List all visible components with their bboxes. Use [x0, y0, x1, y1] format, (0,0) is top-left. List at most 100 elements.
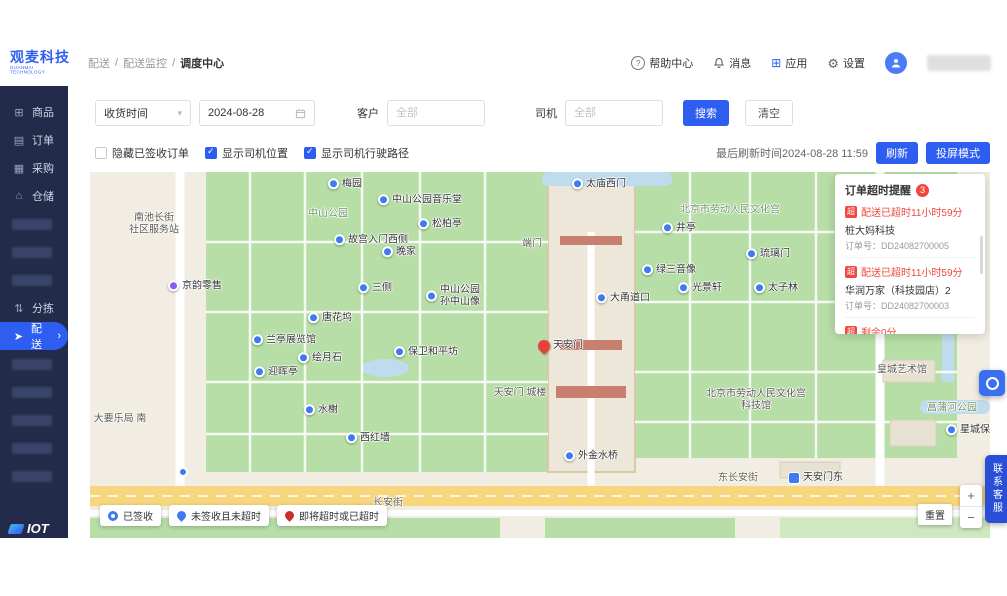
map-label-text: 大甬道口	[610, 292, 650, 304]
map-label-text: 太庙西门	[586, 178, 626, 190]
map-label[interactable]: 大甬道口	[596, 292, 650, 304]
sidebar-item-blurred[interactable]	[0, 434, 68, 462]
sidebar-item-blurred[interactable]	[0, 210, 68, 238]
map-label[interactable]: 太庙西门	[572, 178, 626, 190]
search-button[interactable]: 搜索	[683, 100, 729, 126]
map-label-text: 水榭	[318, 404, 338, 416]
sidebar-item-仓储[interactable]: ⌂ 仓储	[0, 182, 68, 210]
map-label: 东长安街	[718, 472, 758, 484]
contact-service-tab[interactable]: 联系客服	[985, 455, 1007, 523]
clear-button[interactable]: 清空	[745, 100, 793, 126]
floating-service-button[interactable]	[979, 370, 1005, 396]
sidebar-item-blurred[interactable]	[0, 462, 68, 490]
orders-icon: ▤	[13, 134, 25, 147]
map-label[interactable]: 迎晖亭	[254, 366, 298, 378]
map-label[interactable]: 故宫入门西侧	[334, 234, 408, 246]
poi-pin-icon	[418, 218, 429, 230]
map-label-text: 东长安街	[718, 472, 758, 484]
map-label[interactable]: 晚家	[382, 246, 416, 258]
map-station-dot[interactable]	[178, 467, 188, 477]
breadcrumb-item-delivery[interactable]: 配送	[88, 55, 110, 71]
map-label[interactable]: 兰亭展览馆	[252, 334, 316, 346]
sidebar-item-blurred[interactable]	[0, 238, 68, 266]
panel-scrollbar[interactable]	[980, 236, 983, 274]
map-label[interactable]: 保卫和平坊	[394, 346, 458, 358]
header: 观麦科技 GUANMAI TECHNOLOGY 配送 / 配送监控 / 调度中心…	[0, 40, 1007, 86]
zoom-out-button[interactable]: −	[960, 506, 982, 528]
map-label-text: 北京市劳动人民文化宫	[680, 204, 780, 216]
map-label[interactable]: 水榭	[304, 404, 338, 416]
map-label[interactable]: 星城保	[946, 424, 990, 436]
sidebar-item-商品[interactable]: ⊞ 商品	[0, 98, 68, 126]
map-label[interactable]: 三侧	[358, 282, 392, 294]
username-blurred[interactable]	[927, 55, 991, 71]
map-label[interactable]: 天安门	[535, 337, 583, 355]
map-label[interactable]: 井亭	[662, 222, 696, 234]
show-driver-path-checkbox[interactable]	[304, 146, 316, 159]
sidebar-item-采购[interactable]: ▦ 采购	[0, 154, 68, 182]
show-driver-location-checkbox[interactable]	[205, 146, 217, 159]
map-label-text: 绘月石	[312, 352, 342, 364]
apps-label: 应用	[785, 58, 808, 70]
map-label[interactable]: 太子林	[754, 282, 798, 294]
chevron-right-icon: ›	[57, 330, 61, 342]
blurred-label	[12, 218, 52, 230]
sidebar-item-分拣[interactable]: ⇅ 分拣	[0, 294, 68, 322]
logo[interactable]: 观麦科技 GUANMAI TECHNOLOGY	[10, 50, 72, 76]
map-label[interactable]: 天安门东	[788, 472, 843, 484]
breadcrumb-item-monitor[interactable]: 配送监控	[123, 55, 167, 71]
sidebar-item-blurred[interactable]	[0, 406, 68, 434]
map-label[interactable]: 琉璃门	[746, 248, 790, 260]
settings-button[interactable]: ⚙ 设置	[827, 55, 865, 71]
overdue-order-item[interactable]: 超剩余0分华润万家（科技园店）2	[845, 318, 975, 334]
cast-mode-button[interactable]: 投屏模式	[926, 142, 990, 164]
overdue-panel-header: 订单超时提醒 3	[845, 182, 975, 198]
hide-signed-checkbox[interactable]	[95, 147, 107, 159]
delivery-icon: ➤	[13, 330, 24, 343]
map-label[interactable]: 梅园	[328, 178, 362, 190]
map-label[interactable]: 外金水桥	[564, 450, 618, 462]
map-label[interactable]: 唐花坞	[308, 312, 352, 324]
messages-button[interactable]: 消息	[713, 55, 751, 71]
blurred-label	[12, 274, 52, 286]
sidebar-item-blurred[interactable]	[0, 378, 68, 406]
sidebar-item-blurred[interactable]	[0, 266, 68, 294]
map-label[interactable]: 中山公园音乐堂	[378, 194, 462, 206]
time-type-select[interactable]: 收货时间 ▾	[95, 100, 191, 126]
overdue-order-item[interactable]: 超配送已超时11小时59分 华润万家（科技园店）2 订单号：DD2408270000…	[845, 258, 975, 318]
map-label[interactable]: 绿三音像	[642, 264, 696, 276]
overdue-tag: 超	[845, 325, 857, 334]
map[interactable]: 梅园 中山公园音乐堂 松柏亭 太庙西门 北京市劳动人民文化宫 井亭 中山公园 南池长街 社区服务…	[90, 172, 990, 538]
show-driver-location-label: 显示司机位置	[222, 148, 288, 160]
date-value: 2024-08-28	[208, 107, 265, 119]
refresh-button[interactable]: 刷新	[876, 142, 918, 164]
sorting-icon: ⇅	[14, 302, 24, 315]
sidebar-footer-logo: IOT	[7, 521, 49, 536]
map-label-text: 光景轩	[692, 282, 722, 294]
overdue-status: 配送已超时11小时59分	[861, 268, 963, 279]
map-label-text: 西红墙	[360, 432, 390, 444]
map-label-text: 天安门东	[803, 472, 843, 484]
sidebar-item-订单[interactable]: ▤ 订单	[0, 126, 68, 154]
sidebar-item-配送[interactable]: ➤ 配送 ›	[0, 322, 68, 351]
sidebar-item-blurred[interactable]	[0, 350, 68, 378]
last-refresh-time: 最后刷新时间2024-08-28 11:59	[715, 148, 868, 160]
map-label[interactable]: 光景轩	[678, 282, 722, 294]
date-input[interactable]: 2024-08-28	[199, 100, 315, 126]
map-label[interactable]: 绘月石	[298, 352, 342, 364]
overdue-status: 剩余0分	[861, 328, 897, 334]
map-label[interactable]: 松柏亭	[418, 218, 462, 230]
reset-button[interactable]: 重置	[918, 504, 952, 525]
overdue-order-item[interactable]: 超配送已超时11小时59分 桩大妈科技 订单号：DD24082700005	[845, 198, 975, 258]
map-label[interactable]: 中山公园 孙中山像	[426, 285, 480, 308]
map-label-text: 京韵零售	[182, 280, 222, 292]
main-content: 收货时间 ▾ 2024-08-28 客户 司机 搜索 清空	[68, 86, 1007, 538]
customer-input[interactable]	[394, 106, 478, 120]
zoom-in-button[interactable]: +	[960, 485, 982, 506]
map-label[interactable]: 京韵零售	[168, 280, 222, 292]
apps-button[interactable]: ⊞ 应用	[771, 55, 807, 71]
driver-input[interactable]	[572, 106, 656, 120]
avatar[interactable]	[885, 52, 907, 74]
help-center-button[interactable]: ? 帮助中心	[631, 55, 693, 71]
map-label[interactable]: 西红墙	[346, 432, 390, 444]
